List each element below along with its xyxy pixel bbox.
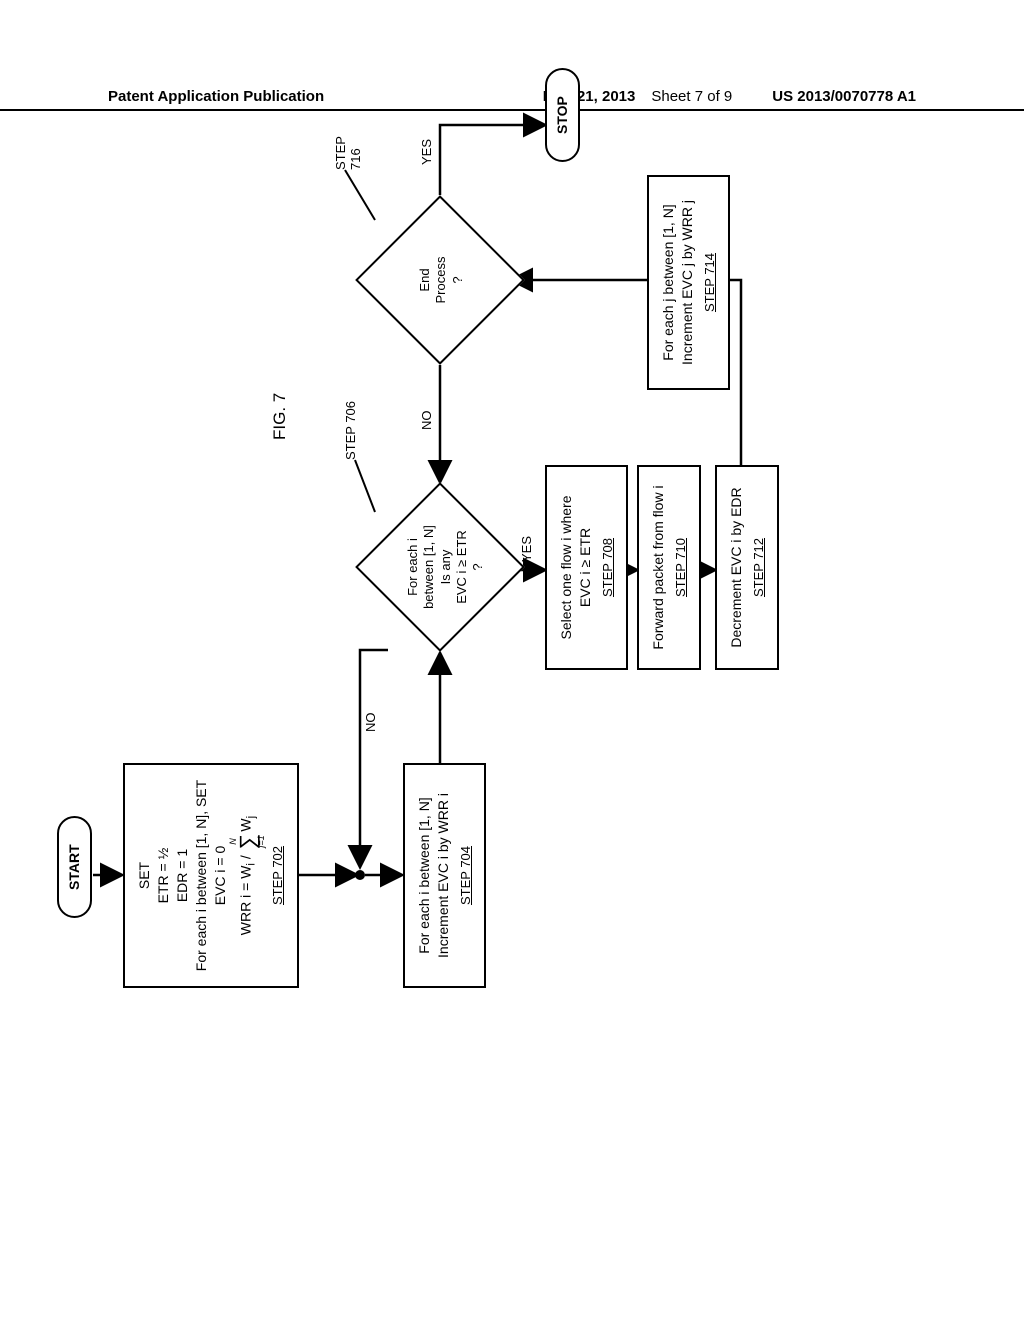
step-704-label: STEP 704: [457, 846, 475, 905]
step-702: SET ETR = ½ EDR = 1 For each i between […: [123, 763, 299, 988]
d716-l1: End: [417, 195, 433, 365]
step-714-label: STEP 714: [701, 253, 719, 312]
step-716-ptr: STEP 716: [333, 136, 363, 170]
summation-icon: N∑j=1: [229, 834, 265, 850]
step-706-decision: For each i between [1, N] Is any EVC i ≥…: [355, 482, 525, 652]
slash: /: [238, 851, 254, 863]
sum-bot: j=1: [257, 835, 265, 847]
sub-j: j: [245, 816, 258, 819]
no-label-706: NO: [363, 713, 378, 733]
page-header: Patent Application Publication Mar. 21, …: [0, 88, 1024, 111]
step-710-l1: Forward packet from flow i: [649, 485, 668, 649]
yes-label-716: YES: [419, 139, 434, 165]
sigma-icon: ∑: [238, 834, 258, 850]
d716-l3: ?: [450, 195, 466, 365]
header-pubno: US 2013/0070778 A1: [772, 88, 916, 105]
step-706-ptr: STEP 706: [343, 401, 358, 460]
step-716-decision: End Process ?: [355, 195, 525, 365]
no-label-716: NO: [419, 411, 434, 431]
yes-label-706: YES: [519, 536, 534, 562]
d716-l2: Process: [433, 195, 449, 365]
d706-l3: Is any: [438, 482, 454, 652]
step-704-l2: Increment EVC i by WRR i: [434, 793, 453, 958]
d706-l1: For each i: [405, 482, 421, 652]
step-708-label: STEP 708: [599, 538, 617, 597]
wrr-eq-pre: WRR i = W: [238, 866, 254, 936]
step-710: Forward packet from flow i STEP 710: [637, 465, 701, 670]
figure-label: FIG. 7: [270, 393, 290, 440]
header-sheet: Sheet 7 of 9: [651, 88, 732, 105]
merge-dot-icon: [355, 870, 365, 880]
step-702-l1: SET: [135, 862, 154, 889]
step-704-l1: For each i between [1, N]: [415, 797, 434, 953]
step-714-l2: Increment EVC j by WRR j: [678, 200, 697, 365]
step-708-l2: EVC i ≥ ETR: [576, 528, 595, 607]
step-710-label: STEP 710: [672, 538, 690, 597]
d706-l2: between [1, N]: [421, 482, 437, 652]
step-702-l4: For each i between [1, N], SET: [192, 780, 211, 971]
step-712-label: STEP 712: [750, 538, 768, 597]
wrr-eq-post: W: [238, 818, 254, 831]
d706-l5: ?: [470, 482, 486, 652]
step-712-l1: Decrement EVC i by EDR: [727, 487, 746, 647]
stop-terminator: STOP: [545, 68, 580, 162]
d706-l4: EVC i ≥ ETR: [454, 482, 470, 652]
start-terminator: START: [57, 816, 92, 918]
step-714-l1: For each j between [1, N]: [659, 204, 678, 360]
step-706-text: For each i between [1, N] Is any EVC i ≥…: [405, 482, 486, 652]
sub-i: i: [245, 863, 258, 866]
step-702-formula: WRR i = Wi / N∑j=1 Wj: [229, 816, 265, 935]
header-left: Patent Application Publication: [108, 88, 543, 105]
step-714: For each j between [1, N] Increment EVC …: [647, 175, 730, 390]
step-708-l1: Select one flow i where: [557, 496, 576, 640]
step-704: For each i between [1, N] Increment EVC …: [403, 763, 486, 988]
step-702-label: STEP 702: [269, 846, 287, 905]
step-702-l2: ETR = ½: [154, 848, 173, 904]
step-708: Select one flow i where EVC i ≥ ETR STEP…: [545, 465, 628, 670]
figure-area: FIG. 7 START SET ETR = ½ EDR = 1 For eac…: [45, 200, 1024, 1000]
step-716-text: End Process ?: [417, 195, 466, 365]
step-702-l5: EVC i = 0: [211, 846, 230, 906]
step-702-l3: EDR = 1: [173, 849, 192, 902]
step-712: Decrement EVC i by EDR STEP 712: [715, 465, 779, 670]
